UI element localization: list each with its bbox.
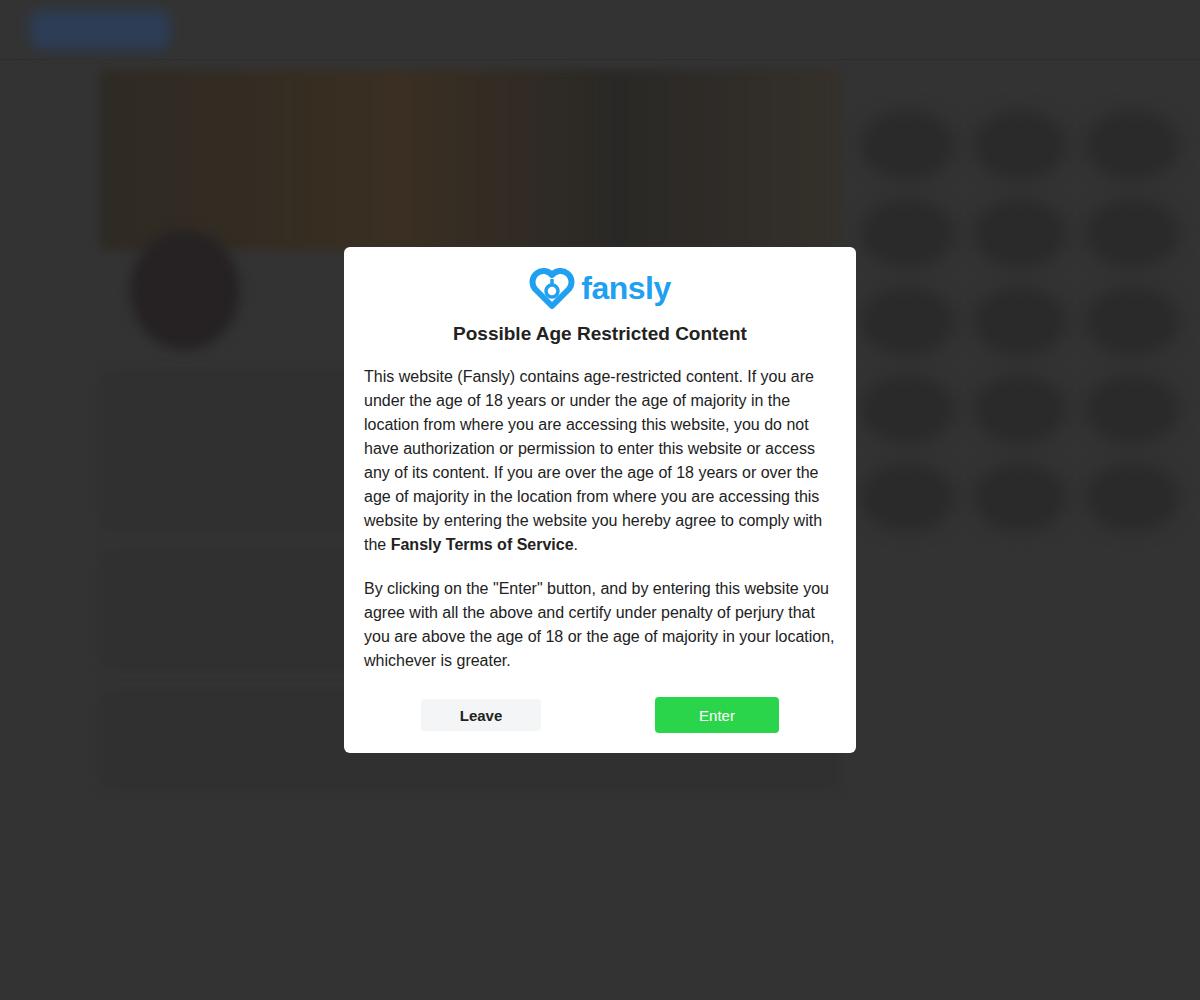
enter-button[interactable]: Enter (655, 697, 779, 733)
media-thumb (860, 110, 955, 180)
brand-logo: fansly (529, 267, 670, 309)
media-thumb (973, 110, 1068, 180)
dialog-paragraph: By clicking on the "Enter" button, and b… (364, 577, 836, 673)
media-thumb (1085, 198, 1180, 268)
terms-link[interactable]: Fansly Terms of Service (391, 536, 574, 553)
media-thumb (973, 198, 1068, 268)
media-thumb (1085, 374, 1180, 444)
site-logo (30, 10, 170, 50)
profile-banner (100, 70, 840, 250)
media-thumb (1085, 110, 1180, 180)
age-gate-dialog: fansly Possible Age Restricted Content Thi… (344, 247, 856, 753)
media-thumb (973, 374, 1068, 444)
brand-name: fansly (581, 270, 670, 307)
dialog-paragraph: This website (Fansly) contains age-restr… (364, 365, 836, 557)
media-thumb (973, 462, 1068, 532)
media-thumb (1085, 462, 1180, 532)
header (0, 0, 1200, 60)
media-thumb (860, 374, 955, 444)
media-grid (860, 70, 1180, 1000)
page: fansly Possible Age Restricted Content Thi… (0, 0, 1200, 1000)
profile-avatar (130, 230, 240, 350)
media-thumb (860, 462, 955, 532)
media-thumb (1085, 286, 1180, 356)
leave-button[interactable]: Leave (421, 699, 541, 731)
media-thumb (860, 198, 955, 268)
dialog-title: Possible Age Restricted Content (453, 323, 747, 345)
dialog-buttons: Leave Enter (364, 697, 836, 733)
modal-overlay: fansly Possible Age Restricted Content Thi… (0, 0, 1200, 1000)
media-thumb (860, 286, 955, 356)
heart-lock-icon (529, 267, 575, 309)
media-thumb (973, 286, 1068, 356)
